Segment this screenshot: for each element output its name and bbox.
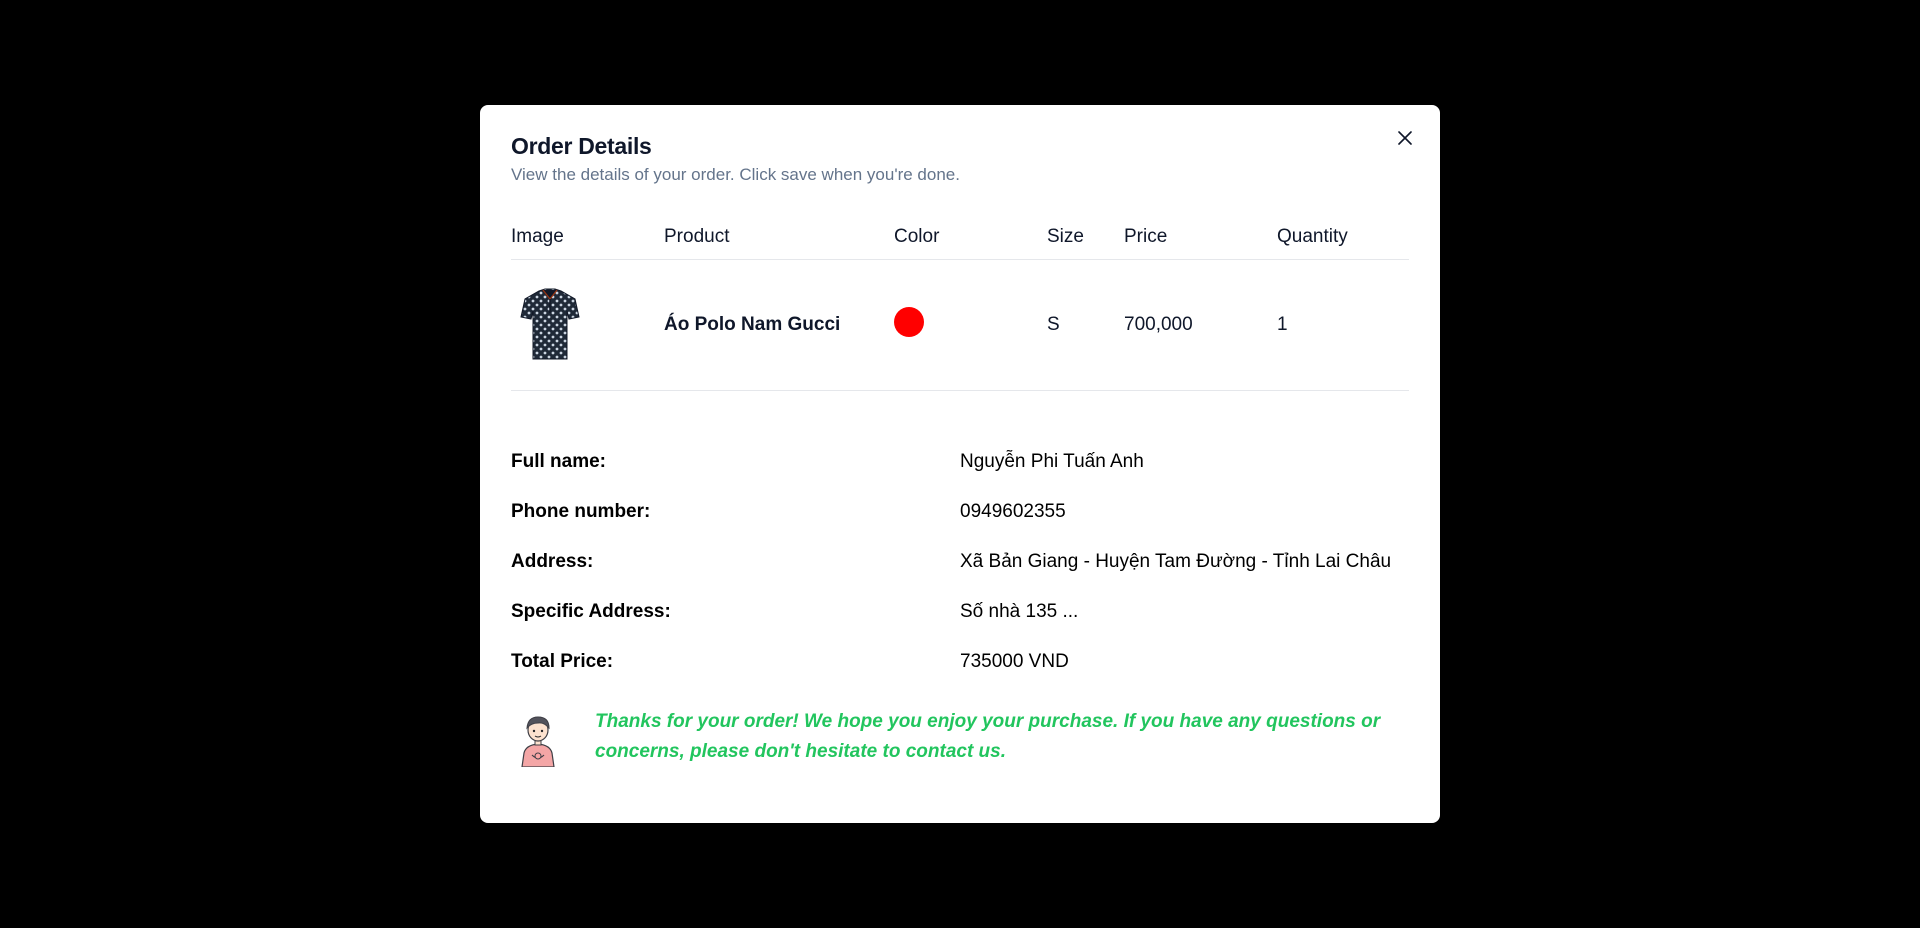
- full-name-label: Full name:: [511, 451, 607, 472]
- product-color-cell: [894, 259, 1047, 391]
- table-header-row: Image Product Color Size Price Quantity: [511, 214, 1409, 260]
- info-row-total-price: Total Price: 735000 VND: [511, 651, 1409, 701]
- full-name-value: Nguyễn Phi Tuấn Anh: [960, 451, 1144, 472]
- product-quantity: 1: [1277, 259, 1409, 391]
- info-row-phone: Phone number: 0949602355: [511, 501, 1409, 551]
- total-price-value: 735000 VND: [960, 651, 1069, 672]
- polo-shirt-image: [520, 288, 580, 360]
- close-button[interactable]: [1392, 125, 1418, 151]
- info-row-specific-address: Specific Address: Số nhà 135 ...: [511, 601, 1409, 651]
- product-image-cell: [511, 259, 664, 391]
- product-name: Áo Polo Nam Gucci: [664, 259, 894, 391]
- total-price-label: Total Price:: [511, 651, 614, 672]
- column-header-image: Image: [511, 214, 664, 260]
- specific-address-value: Số nhà 135 ...: [960, 601, 1079, 622]
- phone-label: Phone number:: [511, 501, 651, 522]
- thank-you-message: Thanks for your order! We hope you enjoy…: [511, 707, 1409, 767]
- column-header-size: Size: [1047, 214, 1124, 260]
- specific-address-label: Specific Address:: [511, 601, 671, 622]
- person-avatar-icon: [521, 716, 555, 767]
- color-swatch: [894, 307, 924, 337]
- info-row-full-name: Full name: Nguyễn Phi Tuấn Anh: [511, 451, 1409, 501]
- column-header-quantity: Quantity: [1277, 214, 1409, 260]
- product-price: 700,000: [1124, 259, 1277, 391]
- column-header-product: Product: [664, 214, 894, 260]
- thank-you-text: Thanks for your order! We hope you enjoy…: [595, 711, 1381, 762]
- dialog-subtitle: View the details of your order. Click sa…: [511, 165, 960, 184]
- dialog-title: Order Details: [511, 133, 652, 159]
- order-details-dialog: Order Details View the details of your o…: [480, 105, 1440, 823]
- address-value: Xã Bản Giang - Huyện Tam Đường - Tỉnh La…: [960, 551, 1392, 572]
- phone-value: 0949602355: [960, 501, 1066, 522]
- order-items-table: Image Product Color Size Price Quantity: [511, 214, 1409, 391]
- info-row-address: Address: Xã Bản Giang - Huyện Tam Đường …: [511, 551, 1409, 601]
- address-label: Address:: [511, 551, 594, 572]
- column-header-color: Color: [894, 214, 1047, 260]
- close-icon: [1398, 131, 1412, 145]
- table-row: Áo Polo Nam Gucci S 700,000 1: [511, 259, 1409, 391]
- product-size: S: [1047, 259, 1124, 391]
- column-header-price: Price: [1124, 214, 1277, 260]
- customer-info: Full name: Nguyễn Phi Tuấn Anh Phone num…: [511, 451, 1409, 701]
